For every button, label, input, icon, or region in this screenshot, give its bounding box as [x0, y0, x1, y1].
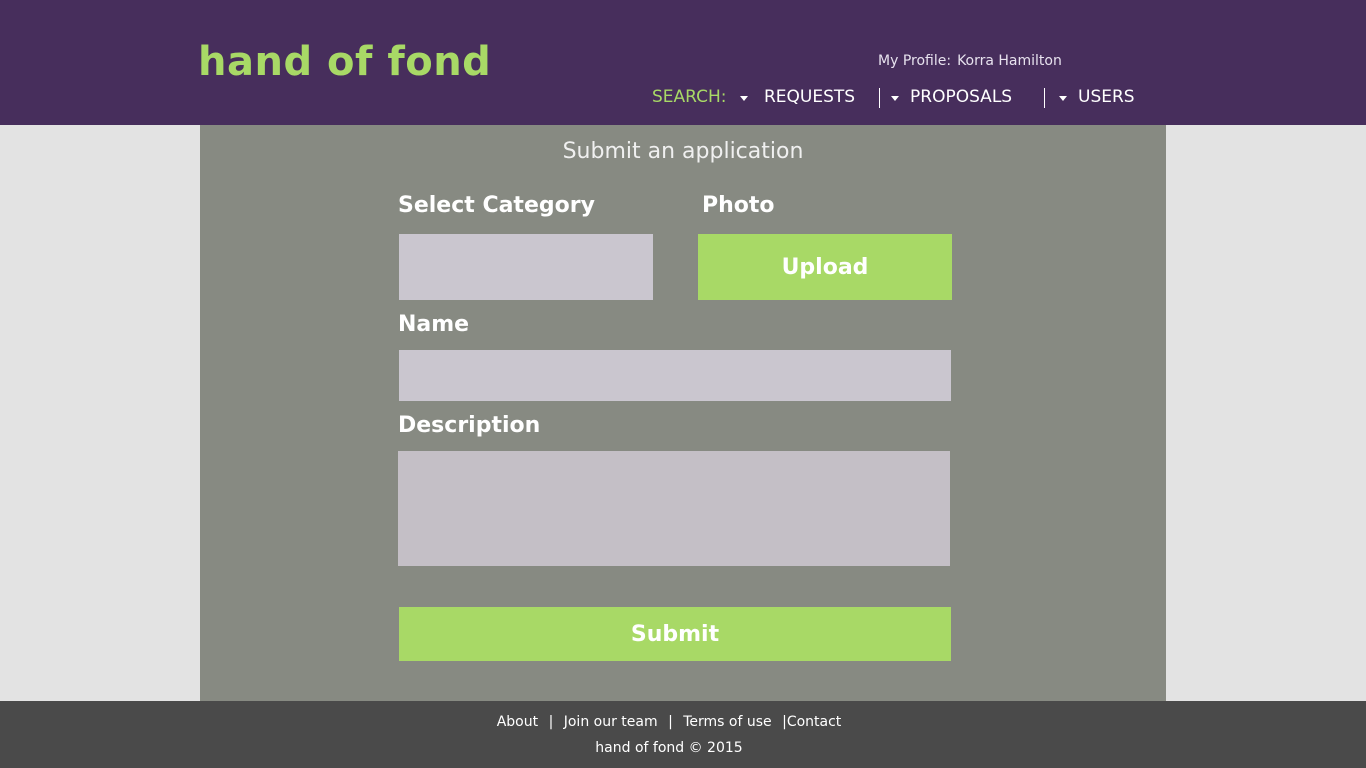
footer-link-about[interactable]: About	[497, 714, 538, 730]
nav-users[interactable]: USERS	[1078, 86, 1135, 108]
site-header: hand of fond My Profile: Korra Hamilton S…	[0, 0, 1366, 125]
photo-label: Photo	[702, 193, 775, 218]
category-label: Select Category	[398, 193, 595, 218]
profile-info: My Profile: Korra Hamilton	[878, 52, 1062, 70]
footer-links: About | Join our team | Terms of use |Co…	[0, 713, 1338, 731]
nav-proposals[interactable]: PROPOSALS	[910, 86, 1012, 108]
profile-label: My Profile:	[878, 53, 952, 69]
name-label: Name	[398, 312, 470, 337]
main-nav: SEARCH: REQUESTS PROPOSALS USERS	[0, 86, 1366, 110]
upload-button[interactable]: Upload	[698, 234, 952, 300]
description-field[interactable]	[398, 451, 950, 566]
footer-link-terms[interactable]: Terms of use	[683, 714, 771, 730]
footer-separator: |	[668, 714, 673, 730]
copyright-text: hand of fond © 2015	[595, 740, 743, 756]
profile-name-link[interactable]: Korra Hamilton	[957, 53, 1062, 69]
name-field[interactable]	[399, 350, 951, 401]
chevron-down-icon[interactable]	[1059, 96, 1067, 101]
nav-requests[interactable]: REQUESTS	[764, 86, 855, 108]
category-select[interactable]	[399, 234, 653, 300]
chevron-down-icon[interactable]	[891, 96, 899, 101]
footer-separator: |	[548, 714, 554, 730]
page-title: Submit an application	[562, 139, 804, 164]
site-logo[interactable]: hand of fond	[198, 38, 491, 86]
search-label: SEARCH:	[652, 87, 727, 107]
description-label: Description	[398, 413, 541, 438]
nav-divider	[879, 88, 880, 108]
footer-link-contact[interactable]: Contact	[787, 714, 841, 730]
application-form-panel: Submit an application Select Category Ph…	[200, 125, 1166, 701]
nav-divider	[1044, 88, 1045, 108]
submit-button[interactable]: Submit	[399, 607, 951, 661]
site-footer: About | Join our team | Terms of use |Co…	[0, 701, 1366, 768]
chevron-down-icon[interactable]	[740, 96, 748, 101]
footer-link-join[interactable]: Join our team	[564, 714, 658, 730]
